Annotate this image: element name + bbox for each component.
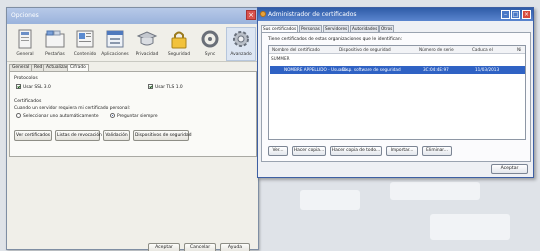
cert-question: Cuando un servidor requiera mi certifica… [14,106,131,111]
toolbar-advanced-button[interactable]: Avanzado [226,27,256,61]
general-icon [18,29,32,49]
tabs-icon [45,30,65,48]
options-toolbar: General Pestañas Contenido Aplicaciones … [7,26,258,62]
column-header[interactable]: Número de serie [419,47,454,52]
table-row[interactable]: NOMBRE APPELLIDO - Usuario... Disp. soft… [270,66,525,74]
table-header: Nombre del certificado Dispositivo de se… [269,46,525,54]
toolbar-sync-button[interactable]: Sync [195,28,225,57]
backup-all-button[interactable]: Hacer copia de todo... [330,146,382,156]
radio-on-icon [110,113,115,118]
ssl-label: Usar SSL 3.0 [23,85,51,90]
column-header[interactable]: Dispositivo de seguridad [339,47,391,52]
cancel-button[interactable]: Cancelar [184,243,216,251]
privacy-icon [136,31,158,46]
toolbar-privacy-label: Privacidad [135,52,159,57]
cert-name-cell: NOMBRE APPELLIDO - Usuario... [284,67,351,72]
gear-icon [233,31,249,47]
certificate-table[interactable]: Nombre del certificado Dispositivo de se… [268,45,526,140]
tls-checkbox[interactable]: Usar TLS 1.0 [148,84,183,90]
cert-expires-cell: 11/03/2013 [475,67,500,72]
validation-button[interactable]: Validación [103,130,130,141]
tls-label: Usar TLS 1.0 [155,85,183,90]
options-titlebar: Opciones × [7,8,258,24]
background-shape [300,190,360,210]
ssl-checkbox[interactable]: Usar SSL 3.0 [16,84,51,90]
minimize-button[interactable]: – [501,10,510,19]
toolbar-advanced-label: Avanzado [230,52,252,57]
toolbar-content-button[interactable]: Contenido [70,28,100,57]
checkbox-checked-icon [16,84,21,89]
background-shape [430,214,510,240]
view-certificates-button[interactable]: Ver certificados [14,130,52,141]
backup-button[interactable]: Hacer copia... [292,146,326,156]
view-button[interactable]: Ver... [268,146,288,156]
toolbar-general-label: General [16,52,34,57]
toolbar-privacy-button[interactable]: Privacidad [132,28,162,57]
maximize-button[interactable]: □ [511,10,520,19]
toolbar-sync-label: Sync [204,52,216,57]
toolbar-general-button[interactable]: General [10,28,40,57]
column-header[interactable]: Ni [517,47,521,52]
column-header[interactable]: Caduca el [472,47,493,52]
certmgr-titlebar: Administrador de certificados – □ × [258,8,533,21]
certmgr-title: Administrador de certificados [268,11,357,18]
radio-off-icon [16,113,21,118]
accept-button[interactable]: Aceptar [491,164,528,174]
certmgr-panel: Tiene certificados de estas organizacion… [261,32,531,162]
toolbar-content-label: Contenido [73,52,97,57]
options-window: Opciones × General Pestañas Contenido Ap… [6,7,259,251]
certificates-heading: Certificados [14,99,42,104]
accept-button[interactable]: Aceptar [148,243,180,251]
sync-icon [201,30,219,48]
delete-button[interactable]: Eliminar... [422,146,452,156]
applications-icon [106,30,124,48]
toolbar-security-label: Seguridad [167,52,191,57]
revocation-lists-button[interactable]: Listas de revocación [55,130,102,141]
toolbar-tabs-button[interactable]: Pestañas [40,28,70,57]
radio-auto[interactable]: Seleccionar uno automáticamente [16,113,99,119]
toolbar-security-button[interactable]: Seguridad [164,28,194,57]
content-icon [76,30,94,48]
import-button[interactable]: Importar... [386,146,418,156]
close-button[interactable]: × [246,10,256,20]
certmgr-description: Tiene certificados de estas organizacion… [268,37,403,42]
background-shape [390,182,480,200]
close-button[interactable]: × [522,10,531,19]
column-header[interactable]: Nombre del certificado [272,47,320,52]
certificate-manager-window: Administrador de certificados – □ × Sus … [257,7,534,178]
toolbar-tabs-label: Pestañas [45,52,65,57]
firefox-icon [260,11,266,17]
cert-device-cell: Disp. software de seguridad [342,67,401,72]
toolbar-applications-label: Aplicaciones [101,52,129,57]
help-button[interactable]: Ayuda [220,243,250,251]
security-devices-button[interactable]: Dispositivos de seguridad [133,130,192,141]
options-title: Opciones [11,12,39,19]
certificate-group[interactable]: SUMMER [271,56,290,61]
cert-serial-cell: 3C:04:4E:97 [423,67,449,72]
toolbar-applications-button[interactable]: Aplicaciones [100,28,130,57]
cifrado-panel: Protocolos Usar SSL 3.0 Usar TLS 1.0 Cer… [9,71,257,157]
radio-ask[interactable]: Preguntar siempre [110,113,158,119]
radio-auto-label: Seleccionar uno automáticamente [23,114,99,119]
radio-ask-label: Preguntar siempre [117,114,158,119]
protocols-heading: Protocolos [14,76,38,81]
lock-icon [171,31,187,49]
checkbox-checked-icon [148,84,153,89]
